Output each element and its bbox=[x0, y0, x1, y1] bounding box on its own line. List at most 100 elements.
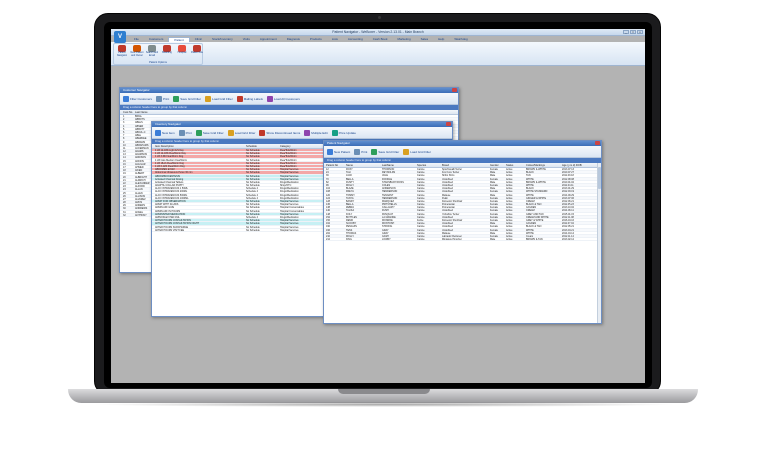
toolbar-button-icon bbox=[178, 129, 185, 136]
toolbar-button-icon bbox=[266, 95, 273, 102]
toolbar-button-label: Load Grid Filter bbox=[212, 96, 233, 101]
toolbar-button-icon bbox=[354, 148, 361, 155]
ribbon-button-label: Hospital bbox=[177, 51, 187, 54]
toolbar-button-label: Save Grid Filter bbox=[180, 96, 202, 101]
ribbon-button[interactable]: Patient File bbox=[190, 45, 204, 60]
ribbon-button[interactable]: New Patient and Owner bbox=[130, 45, 144, 60]
patient-navigator-window[interactable]: Patient Navigator New Patient Print Save G… bbox=[323, 140, 602, 324]
toolbar-button[interactable]: Show Discontinued Items bbox=[259, 129, 300, 136]
toolbar-button-icon bbox=[123, 95, 129, 102]
laptop-mockup: Patient Navigator - WeBoxer - Version 2.… bbox=[0, 0, 768, 449]
table-cell: Active bbox=[506, 238, 513, 242]
toolbar-button-icon bbox=[155, 129, 161, 136]
ribbon-button[interactable]: Hospital bbox=[175, 45, 189, 60]
toolbar-button-label: Print bbox=[361, 149, 368, 154]
ribbon-button-label: Patient File bbox=[191, 51, 203, 54]
ribbon-button[interactable]: Boarding bbox=[160, 45, 174, 60]
toolbar-button-label: Print bbox=[163, 96, 170, 101]
toolbar-button-icon bbox=[304, 129, 311, 136]
ribbon-button-label: New Patient and Owner bbox=[130, 51, 144, 57]
toolbar-button[interactable]: Load Grid Filter bbox=[205, 95, 233, 102]
vertical-scrollbar[interactable] bbox=[597, 163, 601, 323]
toolbar-button-label: Load Grid Filter bbox=[234, 130, 256, 135]
toolbar-button-label: Save Grid Filter bbox=[378, 149, 400, 154]
laptop-shadow bbox=[90, 402, 678, 407]
table-cell: BROWN & TAN bbox=[526, 238, 543, 242]
ribbon-button-label: Search and Email bbox=[145, 51, 159, 57]
camera-icon bbox=[378, 16, 381, 19]
ribbon-group-patient-options: Patient Options Patient Navigator New Pat… bbox=[113, 43, 203, 65]
table-row[interactable]: 212 KING LOWRY Canine Miniature Pinscher Male… bbox=[324, 238, 601, 242]
close-icon[interactable] bbox=[595, 141, 600, 145]
toolbar-button[interactable]: New Item bbox=[155, 129, 175, 136]
window-title-text: Customer Navigator bbox=[123, 88, 150, 92]
toolbar-button[interactable]: Filter Customers bbox=[123, 95, 153, 102]
toolbar-button[interactable]: Price Update bbox=[331, 129, 356, 136]
table-cell: 2013.02.12 bbox=[562, 238, 574, 242]
toolbar-button[interactable]: Load Grid Filter bbox=[227, 129, 256, 136]
toolbar-button[interactable]: Mailing Labels bbox=[236, 95, 263, 102]
close-icon[interactable] bbox=[452, 88, 457, 92]
toolbar-button-label: Save Grid Filter bbox=[202, 130, 224, 135]
toolbar-button[interactable]: Print bbox=[354, 148, 368, 155]
close-button[interactable]: x bbox=[637, 30, 643, 34]
toolbar-button-label: Print bbox=[185, 130, 192, 135]
toolbar-button-label: Mailing Labels bbox=[243, 96, 263, 101]
toolbar-button[interactable]: Save Grid Filter bbox=[195, 129, 224, 136]
toolbar-button[interactable]: Save Grid Filter bbox=[371, 148, 400, 155]
table-cell: Canine bbox=[417, 238, 425, 242]
toolbar-button[interactable]: New Patient bbox=[327, 148, 351, 155]
ribbon-button-label: Patient Navigator bbox=[116, 51, 128, 57]
ribbon-group-name: Patient Options bbox=[149, 61, 167, 64]
toolbar-button-label: Multiple Edit bbox=[311, 130, 328, 135]
table-cell: KING bbox=[346, 238, 352, 242]
toolbar-button-icon bbox=[156, 95, 163, 102]
toolbar-button[interactable]: Multiple Edit bbox=[304, 129, 328, 136]
toolbar-button-icon bbox=[195, 129, 202, 136]
maximize-button[interactable]: □ bbox=[630, 30, 636, 34]
window-toolbar: New Item Print Save Grid Filter Load Grid F… bbox=[152, 127, 452, 139]
minimize-button[interactable]: _ bbox=[623, 30, 629, 34]
ribbon-button[interactable]: Patient Navigator bbox=[115, 45, 129, 60]
grid-rows: 12 ROXY THOMSON Canine Spoi/Cavalli Terrier F… bbox=[324, 168, 601, 242]
toolbar-button-icon bbox=[371, 148, 378, 155]
toolbar-button[interactable]: Print bbox=[156, 95, 170, 102]
table-cell: AFTER HOURS VISIT FEE bbox=[155, 228, 185, 232]
toolbar-button-icon bbox=[173, 95, 180, 102]
app-titlebar: Patient Navigator - WeBoxer - Version 2.… bbox=[111, 29, 645, 36]
scrollbar-thumb[interactable] bbox=[598, 167, 601, 189]
toolbar-button-icon bbox=[331, 129, 338, 136]
toolbar-button-icon bbox=[403, 148, 410, 155]
table-cell: No Schedule bbox=[246, 228, 260, 232]
toolbar-button-label: Load Grid Filter bbox=[410, 149, 431, 154]
toolbar-button-label: Filter Customers bbox=[130, 96, 153, 101]
window-controls: _ □ x bbox=[623, 30, 643, 34]
toolbar-button[interactable]: Save Grid Filter bbox=[173, 95, 202, 102]
ribbon: Patient Options Patient Navigator New Pat… bbox=[111, 42, 645, 66]
app-logo-icon[interactable]: V bbox=[114, 31, 126, 43]
window-toolbar: Filter Customers Print Save Grid Filter Loa… bbox=[120, 93, 458, 105]
toolbar-button[interactable]: Load All Customers bbox=[266, 95, 300, 102]
ribbon-button[interactable]: Search and Email bbox=[145, 45, 159, 60]
toolbar-button[interactable]: Print bbox=[178, 129, 192, 136]
app-screen: Patient Navigator - WeBoxer - Version 2.… bbox=[111, 29, 645, 383]
close-icon[interactable] bbox=[446, 122, 451, 126]
toolbar-button-icon bbox=[205, 95, 212, 102]
toolbar-button[interactable]: Load Grid Filter bbox=[403, 148, 431, 155]
toolbar-button-label: New Patient bbox=[334, 149, 351, 154]
toolbar-button-icon bbox=[236, 95, 243, 102]
toolbar-button-label: Price Update bbox=[338, 130, 356, 135]
toolbar-button-icon bbox=[259, 129, 266, 136]
toolbar-button-label: New Item bbox=[162, 130, 175, 135]
table-cell: LOWRY bbox=[382, 238, 391, 242]
toolbar-button-label: Load All Customers bbox=[273, 96, 300, 101]
window-toolbar: New Patient Print Save Grid Filter Load Gri… bbox=[324, 146, 601, 158]
table-cell: 212 bbox=[326, 238, 330, 242]
toolbar-button-icon bbox=[227, 129, 234, 136]
toolbar-button-icon bbox=[327, 148, 333, 155]
laptop-base-notch bbox=[338, 389, 430, 394]
window-title-text: Patient Navigator bbox=[327, 141, 351, 145]
table-cell: 32 bbox=[123, 213, 126, 217]
table-cell: Male bbox=[490, 238, 496, 242]
table-cell: Miniature Pinscher bbox=[442, 238, 462, 242]
